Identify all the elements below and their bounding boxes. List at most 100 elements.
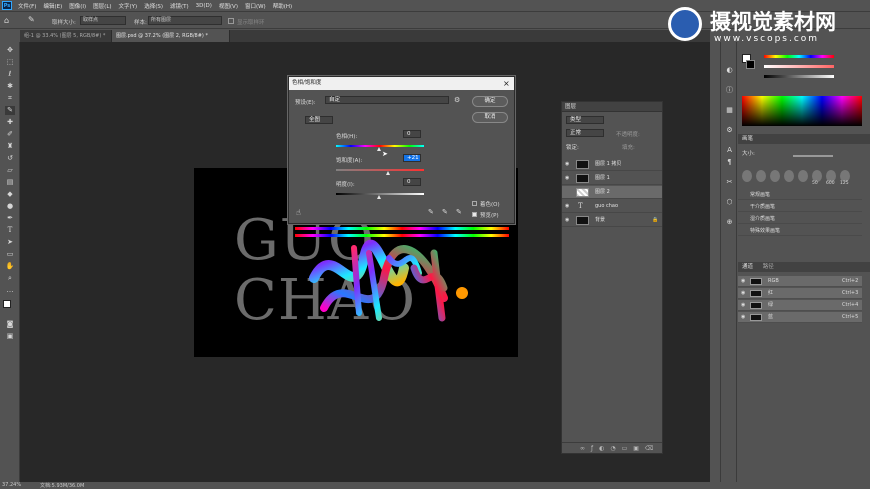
- hand-adjust-icon[interactable]: ☝: [296, 208, 301, 217]
- layers-panel-title[interactable]: 图层: [562, 102, 662, 112]
- colorize-checkbox[interactable]: [472, 201, 477, 206]
- layer-kind-filter[interactable]: 类型: [566, 116, 604, 124]
- brush-size-slider[interactable]: [793, 155, 833, 157]
- brush-tip-icon[interactable]: [784, 170, 794, 182]
- layer-actions-bar[interactable]: ∞ƒ◐◔▭▣⌫: [562, 442, 662, 453]
- ok-button[interactable]: 确定: [472, 96, 508, 107]
- clone-source-icon[interactable]: ⊕: [725, 218, 734, 227]
- path-select-icon[interactable]: ➤: [5, 238, 15, 247]
- sample-size-select[interactable]: 取样点: [80, 16, 126, 25]
- screen-mode-icon[interactable]: ▣: [5, 332, 15, 341]
- layer-row[interactable]: ◉ 背景 🔒: [562, 214, 662, 227]
- preset-options-gear-icon[interactable]: ⚙: [454, 96, 460, 104]
- eyedropper-tool-icon[interactable]: ✎: [28, 15, 35, 24]
- tab-document-2[interactable]: 图层.psd @ 37.2% (图层 2, RGB/8#) *: [112, 30, 230, 42]
- channel-row[interactable]: ◉ 红 Ctrl+3: [738, 288, 862, 299]
- cancel-button[interactable]: 取消: [472, 112, 508, 123]
- stamp-tool-icon[interactable]: ♜: [5, 142, 15, 151]
- eyedropper-icon-1[interactable]: ✎: [428, 208, 434, 216]
- tab-channels[interactable]: 通道: [742, 264, 753, 270]
- menu-help[interactable]: 帮助(H): [273, 2, 292, 10]
- visibility-eye-icon[interactable]: [565, 189, 571, 195]
- history-brush-icon[interactable]: ↺: [5, 154, 15, 163]
- eyedropper-minus-icon[interactable]: ✎: [456, 208, 462, 216]
- brush-tip-icon[interactable]: [742, 170, 752, 182]
- marquee-tool-icon[interactable]: ⬚: [5, 58, 15, 67]
- menu-type[interactable]: 文字(Y): [119, 2, 138, 10]
- properties-panel-icon[interactable]: ⚙: [725, 126, 734, 135]
- saturation-slider-thumb[interactable]: [386, 171, 390, 175]
- preview-checkbox[interactable]: [472, 212, 477, 217]
- channel-row[interactable]: ◉ 绿 Ctrl+4: [738, 300, 862, 311]
- layer-row[interactable]: ◉ 图层 1: [562, 172, 662, 185]
- menu-image[interactable]: 图像(I): [69, 2, 86, 10]
- layer-row-selected[interactable]: 图层 2: [562, 186, 662, 199]
- lasso-tool-icon[interactable]: ℓ: [5, 70, 15, 79]
- visibility-eye-icon[interactable]: ◉: [741, 312, 745, 323]
- hue-input[interactable]: 0: [403, 130, 421, 138]
- type-tool-icon[interactable]: T: [5, 226, 15, 235]
- channel-select[interactable]: 全图: [305, 116, 333, 124]
- hue-slider-thumb[interactable]: [377, 147, 381, 151]
- lightness-input[interactable]: 0: [403, 178, 421, 186]
- bg-color-swatch[interactable]: [746, 60, 755, 69]
- brush-tip-icon[interactable]: [770, 170, 780, 182]
- menu-view[interactable]: 视图(V): [219, 2, 238, 10]
- quick-mask-icon[interactable]: ◙: [5, 320, 15, 329]
- visibility-eye-icon[interactable]: ◉: [565, 203, 571, 209]
- visibility-eye-icon[interactable]: ◉: [741, 300, 745, 311]
- menu-edit[interactable]: 编辑(E): [43, 2, 62, 10]
- saturation-input[interactable]: +21: [403, 154, 421, 162]
- info-panel-icon[interactable]: ⓘ: [725, 86, 734, 95]
- brush-tip-icon[interactable]: [756, 170, 766, 182]
- eraser-tool-icon[interactable]: ▱: [5, 166, 15, 175]
- home-icon[interactable]: ⌂: [4, 16, 9, 25]
- brush-presets-row[interactable]: 50 600 125: [738, 170, 866, 186]
- blend-mode-select[interactable]: 正常: [566, 129, 604, 137]
- dialog-close-icon[interactable]: ×: [503, 79, 510, 88]
- paragraph-panel-icon[interactable]: ¶: [725, 158, 734, 167]
- eyedropper-plus-icon[interactable]: ✎: [442, 208, 448, 216]
- saturation-ramp[interactable]: [764, 65, 834, 68]
- shape-tool-icon[interactable]: ▭: [5, 250, 15, 259]
- show-ring-checkbox[interactable]: [228, 18, 234, 24]
- tab-paths[interactable]: 路径: [763, 264, 774, 270]
- sample-select[interactable]: 所有图层: [148, 16, 222, 25]
- lightness-slider-thumb[interactable]: [377, 195, 381, 199]
- gradient-tool-icon[interactable]: ▤: [5, 178, 15, 187]
- menu-file[interactable]: 文件(F): [18, 2, 36, 10]
- menu-layer[interactable]: 图层(L): [93, 2, 111, 10]
- character-panel-icon[interactable]: A: [725, 146, 734, 155]
- 3d-panel-icon[interactable]: ⬡: [725, 198, 734, 207]
- dodge-tool-icon[interactable]: ●: [5, 202, 15, 211]
- pen-tool-icon[interactable]: ✒: [5, 214, 15, 223]
- menu-filter[interactable]: 滤镜(T): [170, 2, 189, 10]
- menu-3d[interactable]: 3D(D): [196, 3, 212, 9]
- zoom-tool-icon[interactable]: ⌕: [5, 274, 15, 283]
- brush-folder[interactable]: 湿介质画笔: [738, 214, 862, 224]
- menu-select[interactable]: 选择(S): [144, 2, 163, 10]
- layer-row[interactable]: ◉ 图层 1 拷贝: [562, 158, 662, 171]
- eyedropper-icon[interactable]: ✎: [5, 106, 15, 115]
- channel-row[interactable]: ◉ RGB Ctrl+2: [738, 276, 862, 287]
- preset-select[interactable]: 自定: [325, 96, 449, 104]
- color-spectrum[interactable]: [742, 96, 862, 126]
- zoom-level[interactable]: 37.24%: [2, 482, 21, 488]
- brush-folder[interactable]: 特殊效果画笔: [738, 226, 862, 236]
- move-tool-icon[interactable]: ✥: [5, 46, 15, 55]
- crop-tool-icon[interactable]: ⌗: [5, 94, 15, 103]
- healing-tool-icon[interactable]: ✚: [5, 118, 15, 127]
- brightness-ramp[interactable]: [764, 75, 834, 78]
- visibility-eye-icon[interactable]: ◉: [565, 217, 571, 223]
- brush-folder[interactable]: 常规画笔: [738, 190, 862, 200]
- visibility-eye-icon[interactable]: ◉: [741, 276, 745, 287]
- brush-folder[interactable]: 干介质画笔: [738, 202, 862, 212]
- adjust-panel-icon[interactable]: ▦: [725, 106, 734, 115]
- quick-select-tool-icon[interactable]: ✱: [5, 82, 15, 91]
- more-tools-icon[interactable]: …: [5, 286, 15, 295]
- color-panel-icon[interactable]: ◐: [725, 66, 734, 75]
- brush-tip-icon[interactable]: [798, 170, 808, 182]
- visibility-eye-icon[interactable]: ◉: [741, 288, 745, 299]
- foreground-color-swatch[interactable]: [3, 300, 11, 308]
- visibility-eye-icon[interactable]: ◉: [565, 175, 571, 181]
